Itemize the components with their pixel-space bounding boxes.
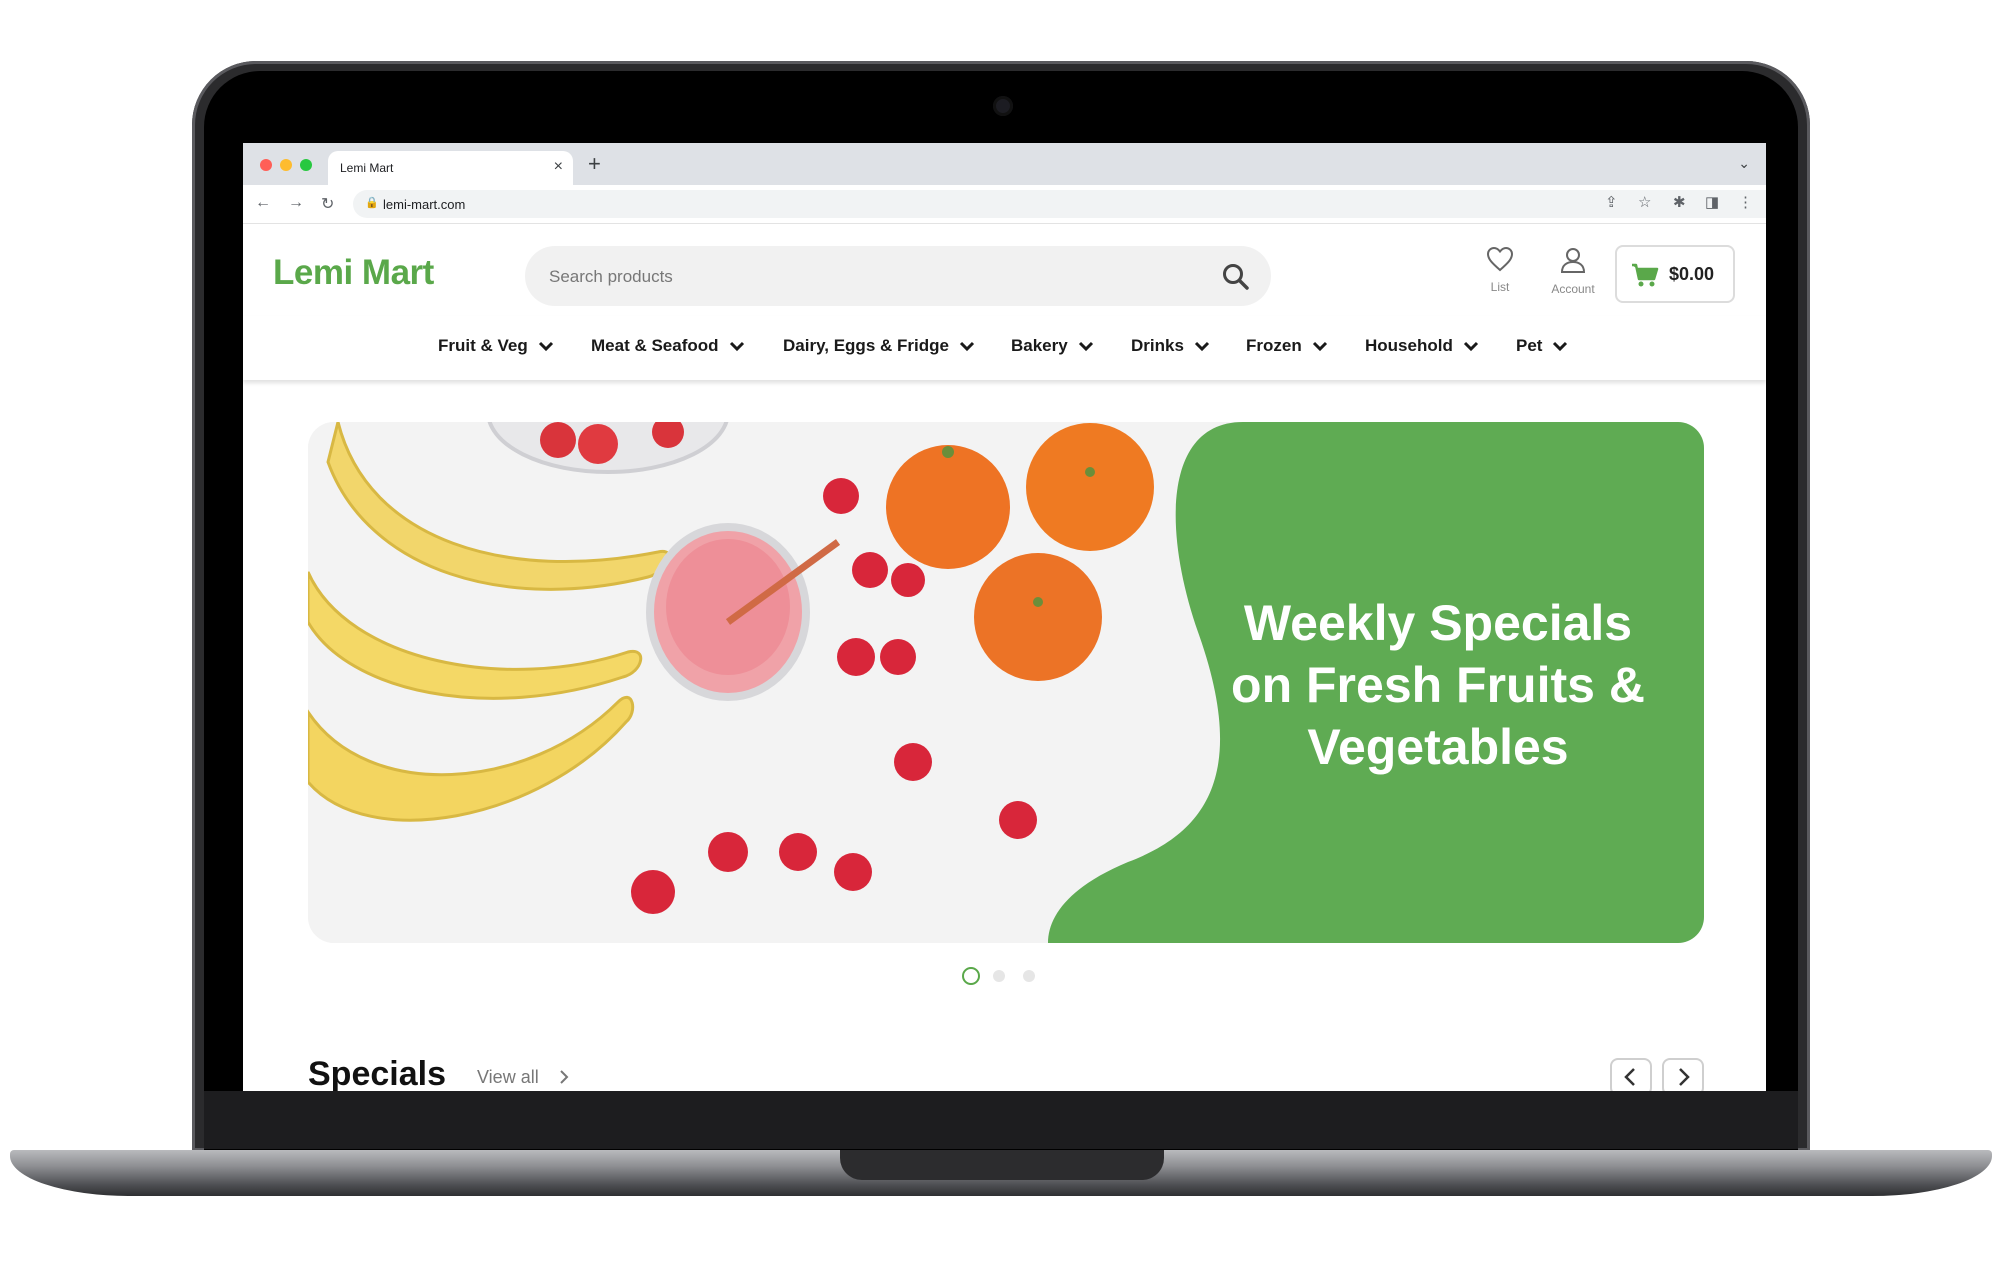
address-bar[interactable]: 🔒 lemi-mart.com: [353, 190, 1766, 218]
orange-shape: [1026, 423, 1154, 551]
search-bar: [525, 246, 1271, 308]
window-maximize-button[interactable]: [300, 159, 312, 171]
category-label: Fruit & Veg: [438, 336, 528, 355]
chevron-left-icon: [1624, 1068, 1635, 1086]
user-icon: [1560, 248, 1586, 273]
view-all-link[interactable]: View all: [477, 1067, 570, 1088]
category-household[interactable]: Household: [1365, 336, 1479, 356]
reload-icon[interactable]: ↻: [321, 194, 334, 214]
category-bakery[interactable]: Bakery: [1011, 336, 1094, 356]
account-label: Account: [1551, 282, 1595, 296]
category-label: Dairy, Eggs & Fridge: [783, 336, 949, 355]
tab-close-icon[interactable]: ×: [554, 158, 563, 176]
chevron-down-icon: [1463, 341, 1478, 352]
category-pet[interactable]: Pet: [1516, 336, 1568, 356]
chevron-right-icon: [560, 1070, 569, 1084]
side-panel-icon[interactable]: ◨: [1705, 193, 1719, 211]
category-label: Pet: [1516, 336, 1543, 355]
chevron-down-icon: [1078, 341, 1093, 352]
category-dairy-eggs-fridge[interactable]: Dairy, Eggs & Fridge: [783, 336, 975, 356]
chevron-down-icon: [959, 341, 975, 352]
cart-button[interactable]: $0.00: [1615, 245, 1735, 303]
chevron-down-icon: [1312, 341, 1327, 352]
category-frozen[interactable]: Frozen: [1246, 336, 1328, 356]
search-icon[interactable]: [1221, 262, 1251, 292]
hero-banner[interactable]: Weekly Specials on Fresh Fruits & Vegeta…: [308, 422, 1704, 943]
category-label: Bakery: [1011, 336, 1068, 355]
browser-menu-icon[interactable]: ⋮: [1738, 193, 1753, 211]
window-close-button[interactable]: [260, 159, 272, 171]
carousel-dot-active[interactable]: [962, 967, 980, 985]
carousel-dot[interactable]: [993, 970, 1005, 982]
category-label: Meat & Seafood: [591, 336, 719, 355]
new-tab-button[interactable]: +: [588, 151, 601, 177]
webcam: [993, 96, 1013, 116]
bookmark-star-icon[interactable]: ☆: [1638, 193, 1651, 211]
hero-headline-line: Weekly Specials: [1243, 595, 1633, 651]
orange-shape: [974, 553, 1102, 681]
category-drinks[interactable]: Drinks: [1131, 336, 1210, 356]
browser-toolbar: ← → ↻ 🔒 lemi-mart.com ⇪ ☆ ✱ ◨ ⋮: [243, 185, 1766, 224]
category-meat-seafood[interactable]: Meat & Seafood: [591, 336, 745, 356]
category-label: Frozen: [1246, 336, 1302, 355]
category-label: Drinks: [1131, 336, 1184, 355]
chevron-right-icon: [1679, 1068, 1690, 1086]
chevron-down-icon: [729, 341, 744, 352]
cart-icon: [1632, 263, 1659, 287]
view-all-label: View all: [477, 1067, 539, 1087]
browser-tab-bar: Lemi Mart × + ⌄: [243, 143, 1766, 185]
window-minimize-button[interactable]: [280, 159, 292, 171]
laptop-notch: [840, 1150, 1164, 1180]
url-text: lemi-mart.com: [383, 197, 466, 212]
wishlist-label: List: [1490, 280, 1510, 294]
category-label: Household: [1365, 336, 1453, 355]
account-button[interactable]: Account: [1543, 246, 1603, 296]
browser-tab[interactable]: Lemi Mart ×: [328, 151, 573, 185]
heart-icon: [1486, 246, 1514, 272]
tab-title: Lemi Mart: [340, 161, 394, 175]
hero-headline: Weekly Specials on Fresh Fruits & Vegeta…: [1228, 592, 1648, 778]
carousel-next-button[interactable]: [1662, 1058, 1704, 1091]
category-nav: Fruit & Veg Meat & Seafood Dairy, Eggs &…: [243, 316, 1766, 380]
site-logo[interactable]: Lemi Mart: [273, 253, 434, 293]
chevron-down-icon: [1553, 341, 1568, 352]
forward-icon[interactable]: →: [288, 194, 304, 212]
chevron-down-icon: [1194, 341, 1209, 352]
back-icon[interactable]: ←: [255, 194, 271, 212]
site-header: Lemi Mart List Account: [243, 224, 1766, 316]
carousel-dot[interactable]: [1023, 970, 1035, 982]
hero-headline-line: Vegetables: [1307, 719, 1569, 775]
extensions-icon[interactable]: ✱: [1673, 193, 1686, 211]
hero-headline-line: on Fresh Fruits &: [1231, 657, 1645, 713]
specials-heading: Specials: [308, 1055, 446, 1091]
chevron-down-icon: [538, 341, 553, 352]
tab-search-chevron-icon[interactable]: ⌄: [1738, 155, 1750, 172]
carousel-prev-button[interactable]: [1610, 1058, 1652, 1091]
laptop-bottom-bezel: [204, 1091, 1798, 1149]
screen: Lemi Mart × + ⌄ ← → ↻ 🔒 lemi-mart.com ⇪ …: [243, 143, 1766, 1091]
search-input[interactable]: [547, 246, 1201, 308]
cart-total: $0.00: [1669, 264, 1715, 284]
wishlist-button[interactable]: List: [1480, 246, 1520, 294]
lock-icon: 🔒: [365, 197, 379, 209]
category-fruit-veg[interactable]: Fruit & Veg: [438, 336, 554, 356]
orange-shape: [886, 445, 1010, 569]
share-icon[interactable]: ⇪: [1605, 193, 1618, 211]
